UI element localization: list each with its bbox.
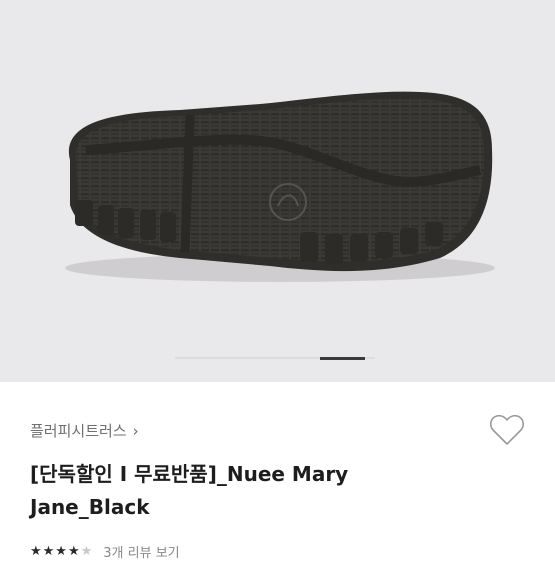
shoe-sole-image <box>65 91 495 282</box>
product-info: 플러피시트러스 › [단독할인 I 무료반품]_Nuee Mary Jane_B… <box>0 382 555 561</box>
star-filled-icon: ★★★★ <box>30 544 81 559</box>
chevron-right-icon: › <box>132 421 139 440</box>
star-empty-icon: ★ <box>80 544 94 559</box>
rating-row[interactable]: ★★★★★ 3개 리뷰 보기 <box>30 542 180 561</box>
product-title-line-2: Jane_Black <box>30 495 150 519</box>
product-title-line-1: [단독할인 I 무료반품]_Nuee Mary <box>30 462 349 486</box>
product-title: [단독할인 I 무료반품]_Nuee Mary Jane_Black <box>30 458 460 524</box>
heart-outline-icon[interactable] <box>488 412 526 448</box>
product-image-gallery[interactable] <box>0 0 555 382</box>
brand-name: 플러피시트러스 <box>30 422 127 440</box>
brand-link[interactable]: 플러피시트러스 › <box>30 420 139 441</box>
review-link[interactable]: 3개 리뷰 보기 <box>103 542 179 561</box>
gallery-pager <box>175 356 375 360</box>
gallery-pager-active <box>320 356 365 360</box>
rating-stars: ★★★★★ <box>30 544 93 559</box>
